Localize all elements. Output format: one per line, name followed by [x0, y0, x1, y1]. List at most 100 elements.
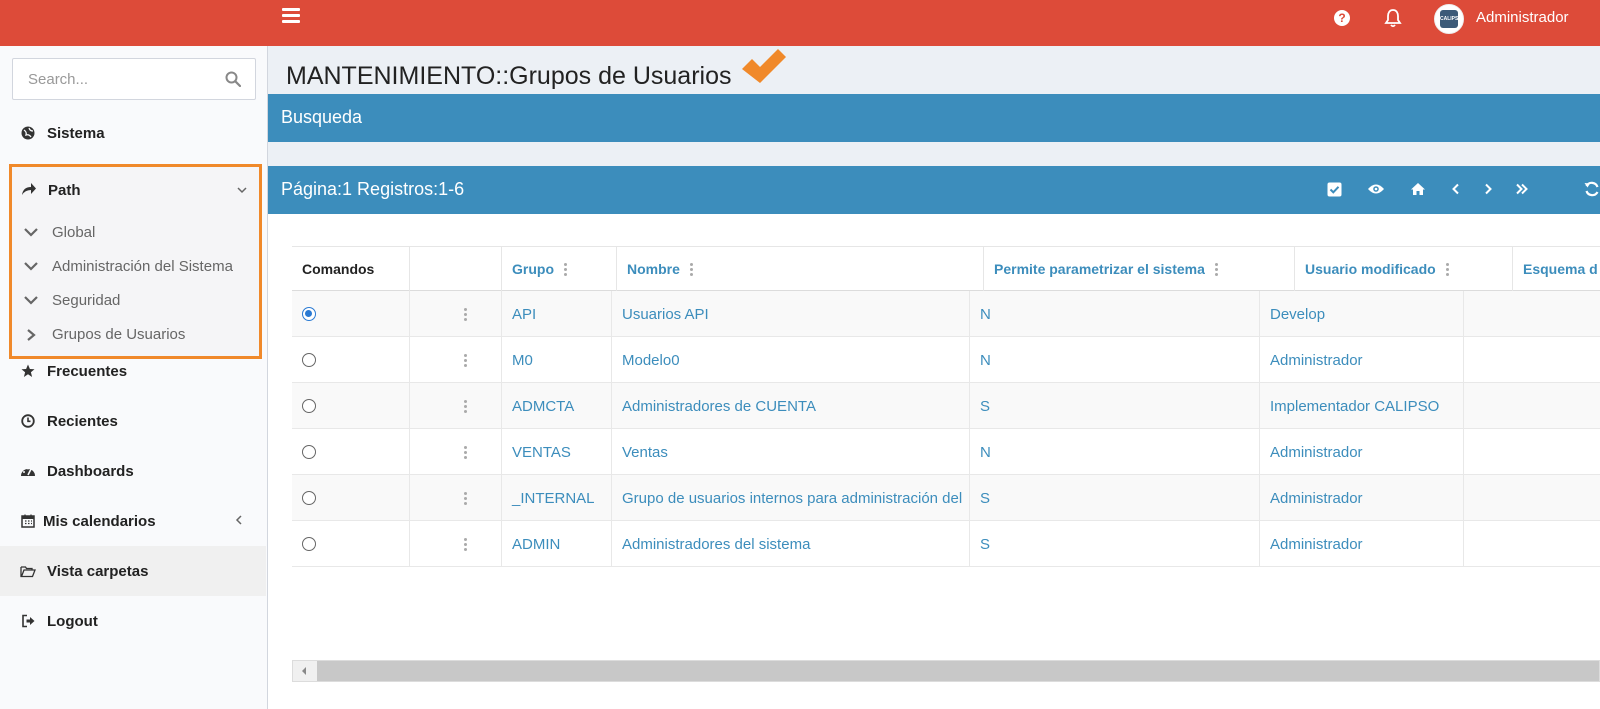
sidebar-item-label: Logout — [47, 612, 98, 630]
row-radio-button[interactable] — [302, 399, 316, 413]
cell-actions — [410, 383, 502, 429]
cell-grupo[interactable]: M0 — [502, 337, 612, 383]
cell-actions — [410, 475, 502, 521]
sidebar-item-mis-calendarios[interactable]: Mis calendarios — [0, 496, 266, 546]
star-icon — [20, 363, 36, 379]
row-radio-button[interactable] — [302, 491, 316, 505]
refresh-icon[interactable] — [1584, 180, 1600, 198]
search-icon[interactable] — [225, 71, 241, 87]
double-chevron-right-icon[interactable] — [1513, 180, 1531, 198]
column-menu-icon[interactable] — [689, 262, 693, 276]
row-menu-icon[interactable] — [464, 353, 467, 367]
cell-permite[interactable]: S — [970, 521, 1260, 567]
cell-select — [292, 475, 410, 521]
help-icon[interactable]: ? — [1334, 10, 1350, 26]
cell-usuario[interactable]: Administrador — [1260, 475, 1464, 521]
row-radio-button[interactable] — [302, 537, 316, 551]
grid-header-row: Comandos Grupo Nombre Permite parametriz… — [292, 247, 1600, 291]
hamburger-menu-icon[interactable] — [282, 8, 300, 26]
sidebar-item-dashboards[interactable]: Dashboards — [0, 446, 266, 496]
row-radio-button[interactable] — [302, 445, 316, 459]
row-radio-button[interactable] — [302, 307, 316, 321]
cell-nombre[interactable]: Grupo de usuarios internos para administ… — [612, 475, 970, 521]
table-row[interactable]: ADMCTA Administradores de CUENTA S Implemen… — [292, 383, 1600, 429]
sidebar-item-sistema[interactable]: Sistema — [0, 108, 266, 158]
avatar[interactable]: CALIPSO — [1434, 4, 1464, 34]
cell-grupo[interactable]: VENTAS — [502, 429, 612, 475]
results-panel-header: Página:1 Registros:1-6 — [268, 166, 1600, 214]
cell-usuario[interactable]: Administrador — [1260, 337, 1464, 383]
scrollbar-track — [315, 661, 317, 681]
cell-permite[interactable]: S — [970, 383, 1260, 429]
path-item-seguridad[interactable]: Seguridad — [12, 283, 259, 317]
sidebar-search — [12, 58, 256, 100]
cell-grupo[interactable]: ADMCTA — [502, 383, 612, 429]
sidebar-item-recientes[interactable]: Recientes — [0, 396, 266, 446]
chevron-right-icon[interactable] — [1479, 180, 1497, 198]
cell-permite[interactable]: N — [970, 429, 1260, 475]
cell-nombre[interactable]: Administradores del sistema — [612, 521, 970, 567]
user-name[interactable]: Administrador — [1476, 9, 1569, 26]
table-row[interactable]: API Usuarios API N Develop — [292, 291, 1600, 337]
row-radio-button[interactable] — [302, 353, 316, 367]
table-row[interactable]: VENTAS Ventas N Administrador — [292, 429, 1600, 475]
check-square-icon[interactable] — [1325, 180, 1343, 198]
path-item-global[interactable]: Global — [12, 215, 259, 249]
column-menu-icon[interactable] — [1445, 262, 1449, 276]
path-item-label: Grupos de Usuarios — [52, 325, 186, 343]
column-header-comandos[interactable]: Comandos — [292, 247, 410, 291]
column-header-esquema[interactable]: Esquema d — [1513, 247, 1600, 291]
column-header-grupo[interactable]: Grupo — [502, 247, 617, 291]
column-header-permite[interactable]: Permite parametrizar el sistema — [984, 247, 1295, 291]
sidebar-item-label: Path — [48, 181, 81, 199]
row-menu-icon[interactable] — [464, 399, 467, 413]
column-header-nombre[interactable]: Nombre — [617, 247, 984, 291]
search-input[interactable] — [13, 59, 213, 99]
column-menu-icon[interactable] — [564, 262, 567, 276]
bell-icon[interactable] — [1384, 8, 1402, 28]
row-menu-icon[interactable] — [464, 491, 467, 505]
cell-nombre[interactable]: Usuarios API — [612, 291, 970, 337]
scroll-left-arrow-icon[interactable] — [293, 661, 315, 681]
horizontal-scrollbar[interactable] — [292, 660, 1600, 682]
cell-usuario[interactable]: Implementador CALIPSO — [1260, 383, 1464, 429]
table-row[interactable]: _INTERNAL Grupo de usuarios internos para… — [292, 475, 1600, 521]
sidebar-item-label: Recientes — [47, 412, 118, 430]
sidebar-item-frecuentes[interactable]: Frecuentes — [0, 346, 266, 396]
cell-grupo[interactable]: API — [502, 291, 612, 337]
chevron-left-icon[interactable] — [1447, 180, 1465, 198]
row-menu-icon[interactable] — [464, 307, 467, 321]
cell-grupo[interactable]: ADMIN — [502, 521, 612, 567]
sidebar-item-label: Frecuentes — [47, 362, 128, 380]
table-row[interactable]: ADMIN Administradores del sistema S Adminis… — [292, 521, 1600, 567]
eye-icon[interactable] — [1367, 180, 1385, 198]
cell-grupo[interactable]: _INTERNAL — [502, 475, 612, 521]
column-menu-icon[interactable] — [1214, 262, 1218, 276]
avatar-logo: CALIPSO — [1440, 10, 1462, 28]
cell-nombre[interactable]: Administradores de CUENTA — [612, 383, 970, 429]
dashboard-icon — [20, 463, 36, 479]
cell-permite[interactable]: N — [970, 291, 1260, 337]
cell-usuario[interactable]: Administrador — [1260, 521, 1464, 567]
cell-usuario[interactable]: Administrador — [1260, 429, 1464, 475]
home-icon[interactable] — [1409, 180, 1427, 198]
cell-usuario[interactable]: Develop — [1260, 291, 1464, 337]
share-arrow-icon — [21, 182, 37, 198]
row-menu-icon[interactable] — [464, 537, 467, 551]
cell-nombre[interactable]: Ventas — [612, 429, 970, 475]
search-panel-header[interactable]: Busqueda — [268, 94, 1600, 142]
row-menu-icon[interactable] — [464, 445, 467, 459]
path-item-administracion[interactable]: Administración del Sistema — [12, 249, 259, 283]
sidebar-item-logout[interactable]: Logout — [0, 596, 266, 646]
cell-esquema — [1464, 383, 1600, 429]
cell-permite[interactable]: N — [970, 337, 1260, 383]
chevron-right-icon — [24, 329, 38, 341]
column-label: Nombre — [627, 261, 680, 277]
results-panel: Página:1 Registros:1-6 Comandos Grupo No… — [268, 166, 1600, 709]
cell-permite[interactable]: S — [970, 475, 1260, 521]
sidebar-item-vista-carpetas[interactable]: Vista carpetas — [0, 546, 266, 596]
column-header-usuario[interactable]: Usuario modificado — [1295, 247, 1513, 291]
table-row[interactable]: M0 Modelo0 N Administrador — [292, 337, 1600, 383]
cell-nombre[interactable]: Modelo0 — [612, 337, 970, 383]
sidebar-item-path[interactable]: Path — [12, 167, 259, 213]
